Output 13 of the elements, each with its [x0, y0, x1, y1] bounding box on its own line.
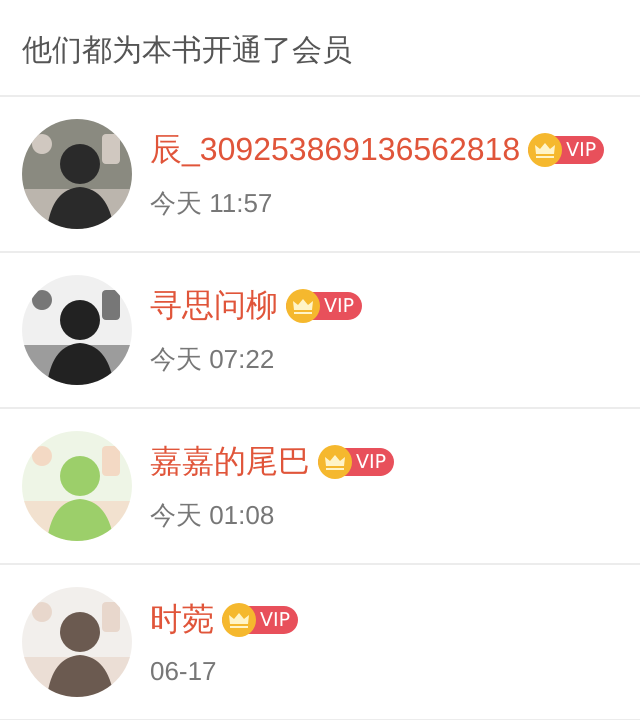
join-time: 今天 11:57	[150, 186, 274, 220]
crown-icon	[286, 288, 320, 322]
member-name[interactable]: 辰_309253869136562818	[150, 128, 520, 172]
crown-icon	[318, 444, 352, 478]
crown-icon	[528, 132, 562, 166]
member-name[interactable]: 嘉嘉的尾巴	[150, 440, 310, 484]
crown-icon	[222, 602, 256, 636]
member-name[interactable]: 时菀	[150, 598, 214, 642]
join-time: 06-17	[150, 656, 218, 686]
member-name[interactable]: 寻思问柳	[150, 284, 278, 328]
section-title: 他们都为本书开通了会员	[22, 33, 352, 68]
join-time: 今天 07:22	[150, 342, 276, 376]
join-time: 今天 01:08	[150, 498, 276, 532]
